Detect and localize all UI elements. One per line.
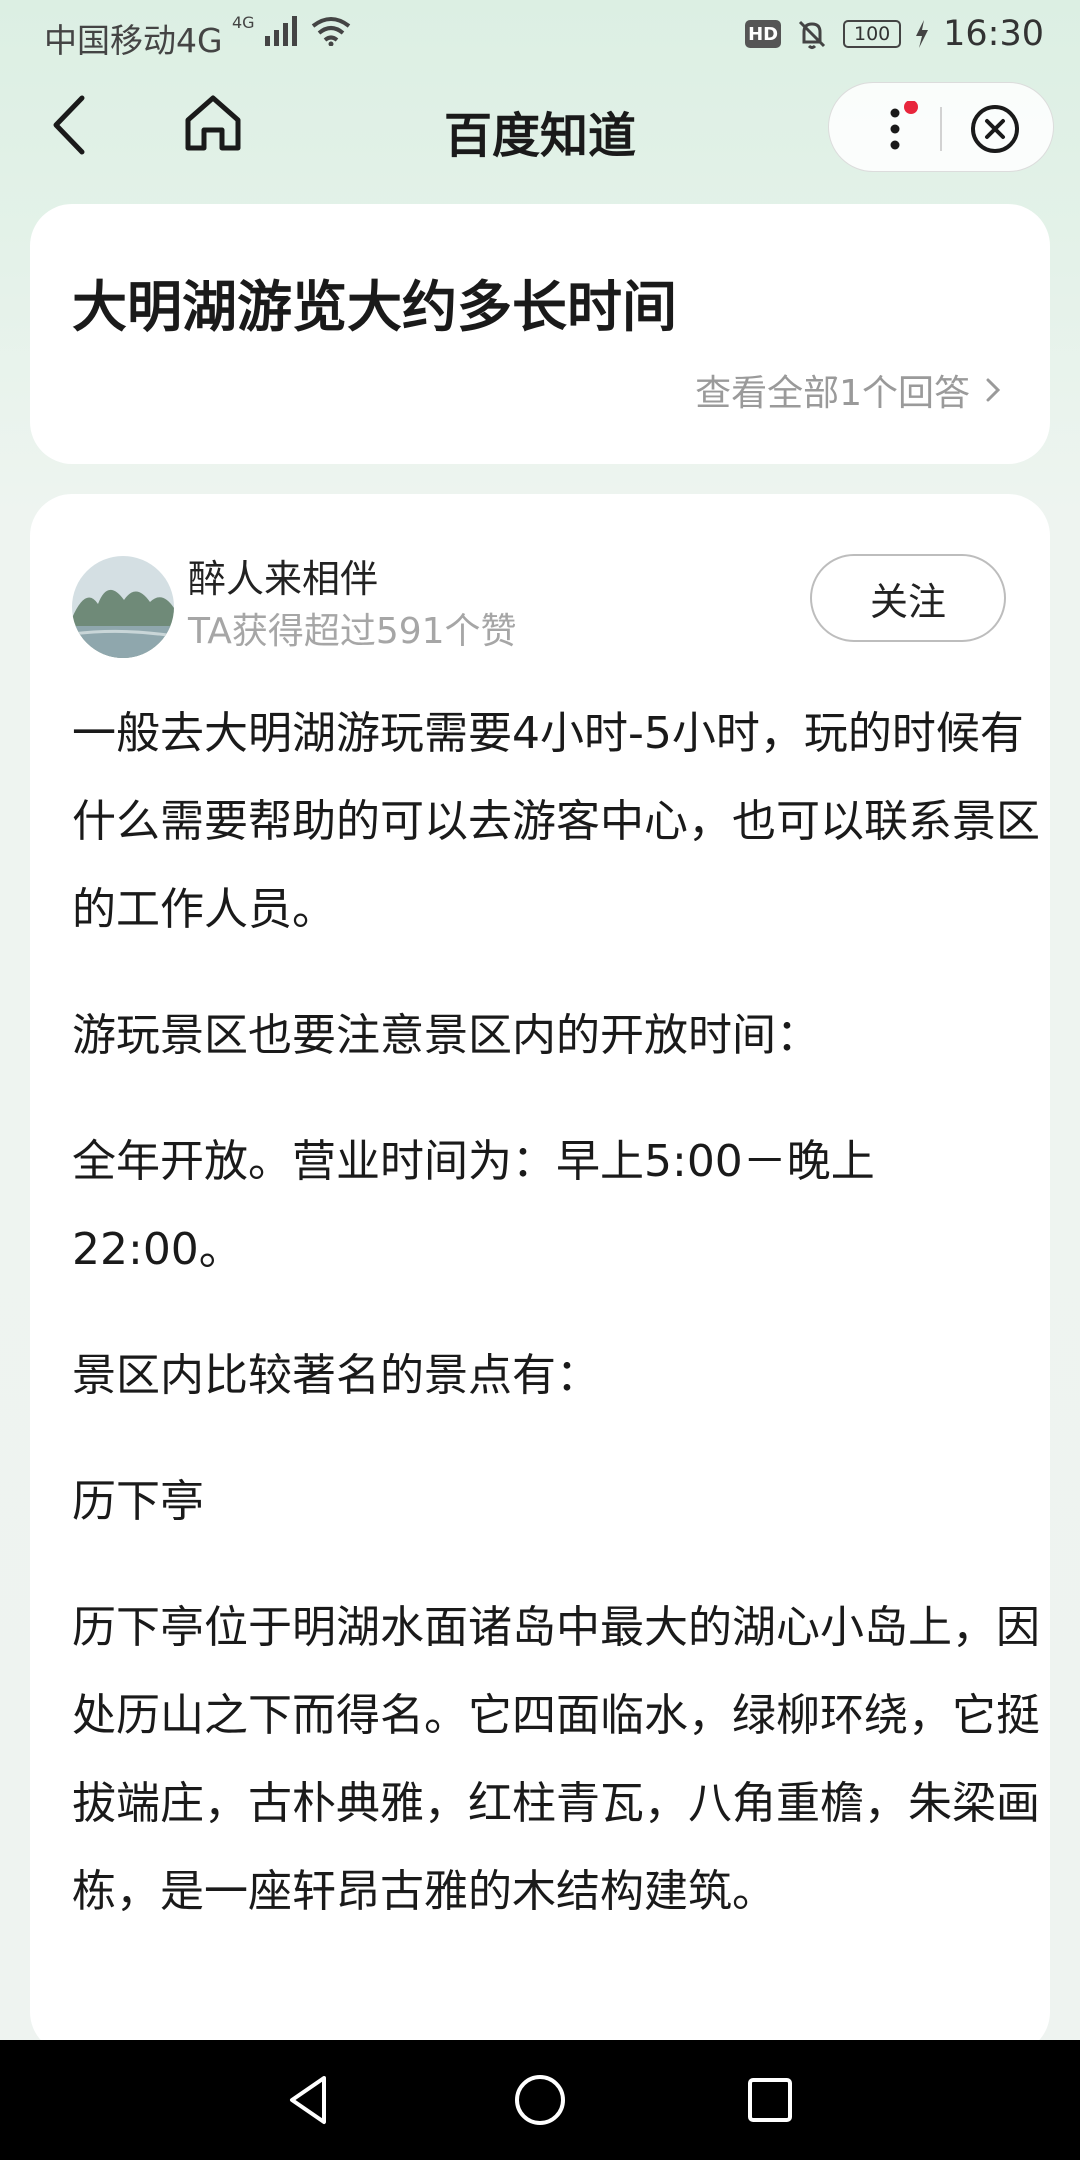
follow-button[interactable]: 关注 (810, 554, 1006, 642)
mute-bell-icon (799, 20, 826, 49)
network-badge: 4G (232, 13, 255, 32)
hd-badge: HD (745, 20, 782, 48)
wifi-icon (311, 17, 350, 46)
answer-paragraph: 全年开放。营业时间为：早上5:00－晚上22:00。 (72, 1136, 875, 1275)
answer-paragraph: 历下亭位于明湖水面诸岛中最大的湖心小岛上，因处历山之下而得名。它四面临水，绿柳环… (72, 1602, 1040, 1917)
more-menu-icon[interactable] (881, 101, 925, 157)
view-all-answers-link[interactable]: 查看全部1个回答 (695, 364, 1006, 416)
charging-icon (916, 20, 929, 48)
answer-paragraph: 游玩景区也要注意景区内的开放时间： (72, 1010, 820, 1061)
question-title: 大明湖游览大约多长时间 (72, 275, 678, 339)
answer-paragraph: 景区内比较著名的景点有： (72, 1350, 600, 1401)
status-bar: 中国移动4G 4G HD 100 16:30 (0, 0, 1080, 74)
avatar[interactable] (72, 556, 174, 658)
recent-apps-icon[interactable] (740, 2070, 800, 2130)
top-nav: 百度知道 (0, 80, 1080, 172)
notification-dot (904, 101, 918, 114)
carrier-label: 中国移动4G (44, 21, 223, 60)
close-circle-icon[interactable] (969, 103, 1021, 155)
system-nav-bar (0, 2040, 1080, 2160)
author-likes: TA获得超过591个赞 (188, 611, 517, 652)
signal-bars-icon (264, 16, 297, 46)
clock: 16:30 (943, 14, 1044, 54)
answer-paragraph: 历下亭 (72, 1476, 204, 1527)
home-circle-icon[interactable] (510, 2070, 570, 2130)
signal-group: 4G (232, 13, 351, 46)
answer-card: 醉人来相伴 TA获得超过591个赞 关注 一般去大明湖游玩需要4小时-5小时，玩… (30, 494, 1050, 2054)
battery-indicator: 100 (843, 20, 902, 48)
answer-paragraph: 一般去大明湖游玩需要4小时-5小时，玩的时候有什么需要帮助的可以去游客中心，也可… (72, 708, 1040, 935)
answer-body: 一般去大明湖游玩需要4小时-5小时，玩的时候有什么需要帮助的可以去游客中心，也可… (72, 690, 1040, 1974)
author-name[interactable]: 醉人来相伴 (188, 548, 378, 603)
status-right: HD 100 16:30 (745, 14, 1044, 54)
question-card: 大明湖游览大约多长时间 查看全部1个回答 (30, 204, 1050, 464)
capsule-divider (940, 107, 942, 151)
back-triangle-icon[interactable] (280, 2070, 340, 2130)
chevron-right-icon (986, 378, 1001, 402)
mini-program-capsule (828, 82, 1054, 172)
view-all-label: 查看全部1个回答 (695, 373, 970, 414)
